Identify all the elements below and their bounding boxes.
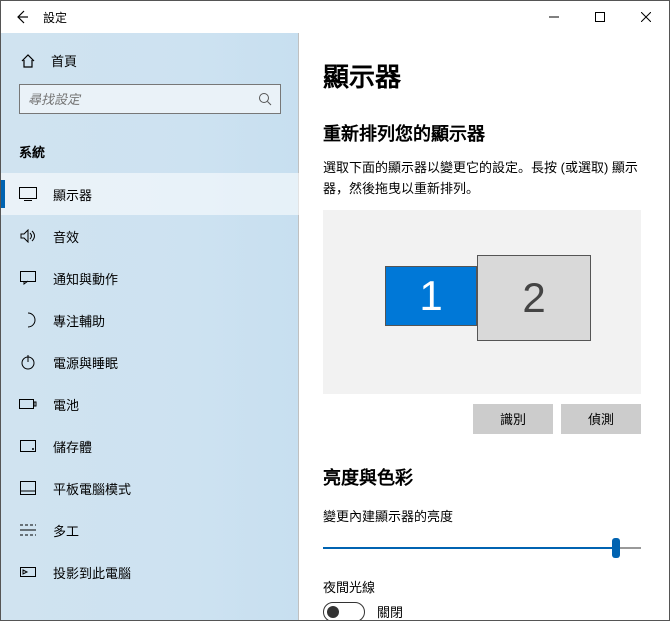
sidebar: 首頁 系統 顯示器 音效 通知與動作 bbox=[1, 33, 299, 620]
detect-button[interactable]: 偵測 bbox=[561, 404, 641, 434]
slider-thumb[interactable] bbox=[612, 538, 620, 558]
sidebar-item-power[interactable]: 電源與睡眠 bbox=[1, 341, 299, 383]
search-box[interactable] bbox=[19, 84, 281, 114]
maximize-icon bbox=[595, 12, 605, 22]
content-pane: 顯示器 重新排列您的顯示器 選取下面的顯示器以變更它的設定。長按 (或選取) 顯… bbox=[299, 33, 669, 620]
nightlight-toggle[interactable] bbox=[323, 602, 365, 620]
power-icon bbox=[19, 353, 37, 371]
monitor-2[interactable]: 2 bbox=[477, 255, 591, 341]
window-title: 設定 bbox=[43, 9, 67, 26]
sidebar-item-label: 顯示器 bbox=[53, 185, 92, 204]
home-icon bbox=[19, 52, 37, 70]
section-arrange-heading: 重新排列您的顯示器 bbox=[323, 120, 641, 146]
sidebar-item-label: 儲存體 bbox=[53, 437, 92, 456]
page-title: 顯示器 bbox=[323, 57, 641, 94]
sidebar-item-label: 多工 bbox=[53, 521, 79, 540]
section-brightness-heading: 亮度與色彩 bbox=[323, 464, 641, 490]
close-icon bbox=[641, 12, 651, 22]
notifications-icon bbox=[19, 269, 37, 287]
identify-button[interactable]: 識別 bbox=[473, 404, 553, 434]
monitor-arrange-area[interactable]: 1 2 bbox=[323, 210, 641, 394]
sound-icon bbox=[19, 227, 37, 245]
tablet-icon bbox=[19, 479, 37, 497]
minimize-button[interactable] bbox=[531, 1, 577, 33]
titlebar: 設定 bbox=[1, 1, 669, 33]
brightness-slider[interactable] bbox=[323, 537, 641, 559]
storage-icon bbox=[19, 437, 37, 455]
sidebar-item-sound[interactable]: 音效 bbox=[1, 215, 299, 257]
sidebar-section-label: 系統 bbox=[1, 124, 299, 173]
sidebar-item-label: 投影到此電腦 bbox=[53, 563, 131, 582]
battery-icon bbox=[19, 395, 37, 413]
search-input[interactable] bbox=[28, 92, 258, 107]
sidebar-item-project[interactable]: 投影到此電腦 bbox=[1, 551, 299, 593]
search-icon bbox=[258, 92, 272, 106]
sidebar-item-notifications[interactable]: 通知與動作 bbox=[1, 257, 299, 299]
sidebar-home[interactable]: 首頁 bbox=[1, 37, 299, 84]
sidebar-item-multitask[interactable]: 多工 bbox=[1, 509, 299, 551]
sidebar-item-label: 電池 bbox=[53, 395, 79, 414]
sidebar-nav: 顯示器 音效 通知與動作 專注輔助 電源與睡眠 電池 bbox=[1, 173, 299, 593]
sidebar-item-label: 通知與動作 bbox=[53, 269, 118, 288]
display-icon bbox=[19, 185, 37, 203]
sidebar-item-focus[interactable]: 專注輔助 bbox=[1, 299, 299, 341]
project-icon bbox=[19, 563, 37, 581]
back-button[interactable] bbox=[15, 10, 29, 24]
nightlight-label: 夜間光線 bbox=[323, 577, 641, 596]
toggle-knob bbox=[327, 606, 339, 618]
minimize-icon bbox=[549, 12, 559, 22]
sidebar-item-battery[interactable]: 電池 bbox=[1, 383, 299, 425]
sidebar-item-label: 平板電腦模式 bbox=[53, 479, 131, 498]
sidebar-item-storage[interactable]: 儲存體 bbox=[1, 425, 299, 467]
multitask-icon bbox=[19, 521, 37, 539]
sidebar-item-label: 電源與睡眠 bbox=[53, 353, 118, 372]
brightness-slider-label: 變更內建顯示器的亮度 bbox=[323, 506, 641, 525]
maximize-button[interactable] bbox=[577, 1, 623, 33]
sidebar-item-label: 音效 bbox=[53, 227, 79, 246]
home-label: 首頁 bbox=[51, 51, 77, 70]
sidebar-item-display[interactable]: 顯示器 bbox=[1, 173, 299, 215]
nightlight-state: 關閉 bbox=[377, 602, 403, 620]
arrow-left-icon bbox=[15, 10, 29, 24]
close-button[interactable] bbox=[623, 1, 669, 33]
arrange-hint: 選取下面的顯示器以變更它的設定。長按 (或選取) 顯示器，然後拖曳以重新排列。 bbox=[323, 158, 641, 200]
focus-icon bbox=[19, 311, 37, 329]
sidebar-item-tablet[interactable]: 平板電腦模式 bbox=[1, 467, 299, 509]
sidebar-item-label: 專注輔助 bbox=[53, 311, 105, 330]
monitor-1[interactable]: 1 bbox=[385, 266, 477, 326]
